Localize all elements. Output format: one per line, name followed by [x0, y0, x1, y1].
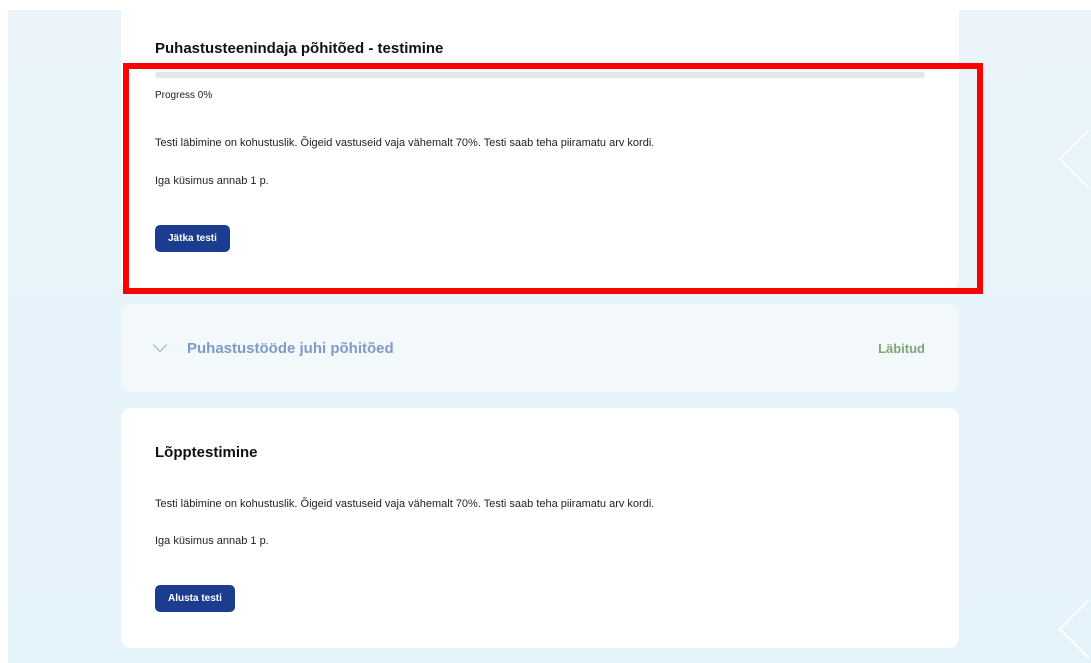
points-note: Iga küsimus annab 1 p.: [155, 535, 269, 547]
section-title: Puhastusteenindaja põhitõed - testimine: [155, 40, 444, 57]
continue-test-button[interactable]: Jätka testi: [155, 225, 230, 252]
progress-label: Progress 0%: [155, 90, 213, 101]
background-chevron-icon: [1058, 129, 1091, 189]
test-description: Testi läbimine on kohustuslik. Õigeid va…: [155, 498, 655, 510]
background-chevron-icon: [1058, 599, 1091, 659]
test-description: Testi läbimine on kohustuslik. Õigeid va…: [155, 137, 655, 149]
test-card-in-progress: Puhastusteenindaja põhitõed - testimine …: [121, 10, 959, 290]
section-title: Lõpptestimine: [155, 444, 258, 461]
final-test-card: Lõpptestimine Testi läbimine on kohustus…: [121, 408, 959, 648]
accordion-header-completed[interactable]: Puhastustööde juhi põhitõed Läbitud: [121, 304, 959, 392]
start-test-button[interactable]: Alusta testi: [155, 585, 235, 612]
points-note: Iga küsimus annab 1 p.: [155, 175, 269, 187]
progress-bar: [155, 72, 925, 78]
section-title: Puhastustööde juhi põhitõed: [187, 339, 394, 357]
status-badge: Läbitud: [878, 340, 925, 356]
chevron-down-icon[interactable]: [152, 337, 168, 353]
